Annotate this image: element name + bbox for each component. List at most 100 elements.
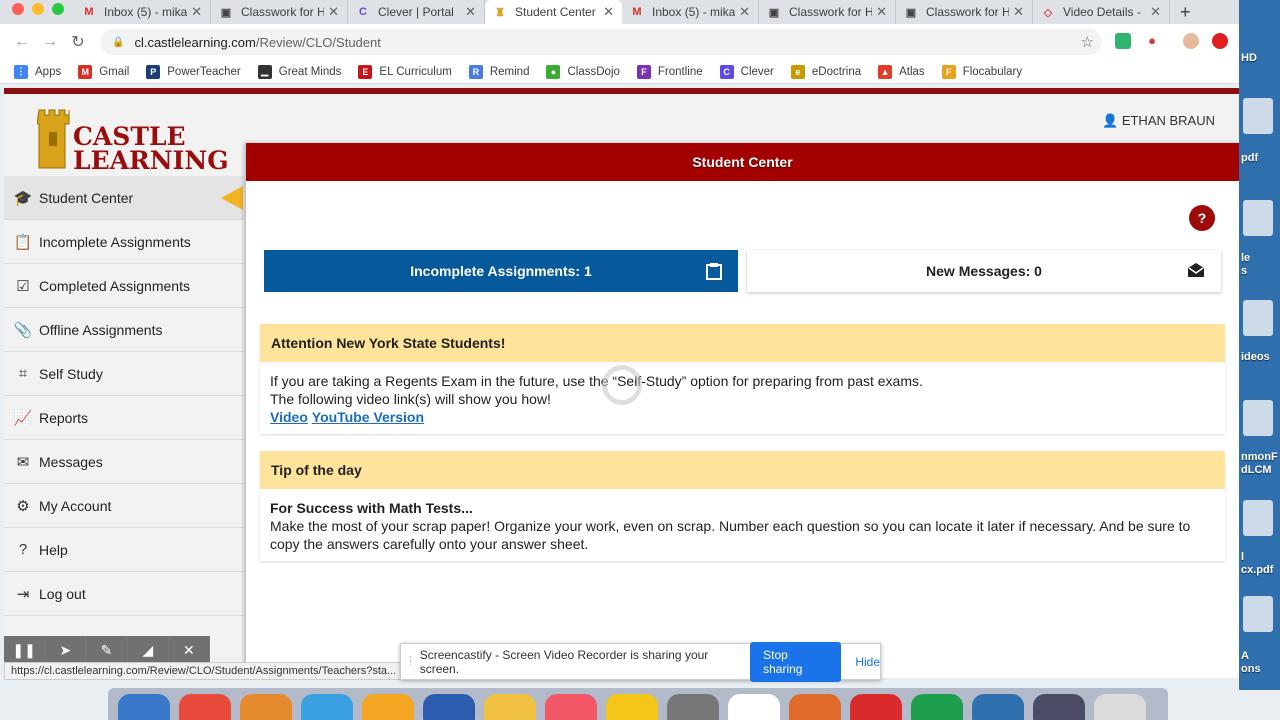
chrome-icon[interactable]: [179, 694, 231, 720]
close-icon[interactable]: ✕: [169, 636, 211, 664]
new-messages-card[interactable]: New Messages: 0: [747, 250, 1221, 292]
incomplete-assignments-card[interactable]: Incomplete Assignments: 1: [264, 250, 738, 292]
excel-icon[interactable]: [911, 694, 963, 720]
desktop-file-icon[interactable]: [1243, 500, 1273, 536]
system-preferences-icon[interactable]: [667, 694, 719, 720]
close-tab-icon[interactable]: ✕: [328, 4, 339, 20]
castle-learning-logo[interactable]: CASTLE LEARNING: [37, 108, 229, 175]
firefox-icon[interactable]: [240, 694, 292, 720]
sidebar-item-reports[interactable]: 📈 Reports: [4, 396, 244, 440]
sidebar-item-student-center[interactable]: 🎓 Student Center: [4, 176, 244, 220]
eraser-icon[interactable]: ◢: [128, 636, 169, 664]
pen-icon[interactable]: ✎: [86, 636, 128, 664]
screenshot-icon[interactable]: [1033, 694, 1085, 720]
close-tab-icon[interactable]: ✕: [191, 4, 202, 20]
bookmark-item[interactable]: C Clever: [719, 64, 774, 79]
pages-icon[interactable]: [484, 694, 536, 720]
extension-icon[interactable]: [1115, 33, 1131, 49]
bookmark-item[interactable]: ▁ Great Minds: [257, 64, 341, 79]
stop-sharing-button[interactable]: Stop sharing: [750, 641, 842, 682]
bookmark-item[interactable]: P PowerTeacher: [146, 64, 241, 79]
bookmark-item[interactable]: F Flocabulary: [941, 64, 1022, 79]
back-icon[interactable]: ←: [8, 33, 36, 51]
minimize-window-button[interactable]: [32, 3, 44, 15]
close-tab-icon[interactable]: ✕: [465, 4, 476, 20]
browser-tab[interactable]: ♜ Student Center ✕: [485, 0, 622, 24]
address-bar[interactable]: 🔒 cl.castlelearning.com/Review/CLO/Stude…: [100, 29, 1102, 55]
bookmark-item[interactable]: R Remind: [468, 64, 529, 79]
close-window-button[interactable]: [12, 3, 24, 15]
logo-text-learning: LEARNING: [73, 146, 229, 175]
sidebar-item-incomplete-assignments[interactable]: 📋 Incomplete Assignments: [4, 220, 244, 264]
trash-icon[interactable]: [1094, 694, 1146, 720]
pause-icon[interactable]: ❚❚: [4, 636, 46, 664]
quicktime-icon[interactable]: [972, 694, 1024, 720]
word-icon[interactable]: [423, 694, 475, 720]
safari-icon[interactable]: [301, 694, 353, 720]
user-menu[interactable]: 👤 ETHAN BRAUN: [1102, 113, 1215, 129]
sidebar-item-help[interactable]: ? Help: [4, 528, 244, 572]
finder-icon[interactable]: [118, 694, 170, 720]
desktop-file-icon[interactable]: [1243, 98, 1273, 134]
bookmark-item[interactable]: ⋮ Apps: [14, 64, 61, 79]
top-accent-bar: [4, 88, 1239, 94]
web-page: CASTLE LEARNING 👤 ETHAN BRAUN 🎓 Student C…: [4, 88, 1239, 678]
browser-tab[interactable]: M Inbox (5) - mika ✕: [74, 0, 211, 24]
screencastify-icon[interactable]: ●: [1144, 33, 1160, 49]
sidebar-item-self-study[interactable]: ⌗ Self Study: [4, 352, 244, 396]
cursor-icon[interactable]: ➤: [45, 636, 87, 664]
calendar-icon[interactable]: [728, 694, 780, 720]
desktop-file-icon[interactable]: [1243, 300, 1273, 336]
browser-tab[interactable]: C Clever | Portal ✕: [348, 0, 485, 24]
new-tab-button[interactable]: +: [1170, 2, 1201, 23]
sidebar-item-log-out[interactable]: ⇥ Log out: [4, 572, 244, 616]
ibooks-icon[interactable]: [606, 694, 658, 720]
sidebar-item-my-account[interactable]: ⚙ My Account: [4, 484, 244, 528]
close-tab-icon[interactable]: ✕: [1150, 4, 1161, 20]
desktop-file-icon[interactable]: [1243, 400, 1273, 436]
video-link[interactable]: Video: [270, 409, 308, 425]
bookmark-star-icon[interactable]: ☆: [1081, 33, 1094, 51]
browser-tab[interactable]: M Inbox (5) - mika ✕: [622, 0, 759, 24]
bookmark-label: PowerTeacher: [167, 65, 241, 78]
help-button[interactable]: ?: [1189, 205, 1215, 231]
close-tab-icon[interactable]: ✕: [1013, 4, 1024, 20]
browser-tab[interactable]: ▣ Classwork for H ✕: [896, 0, 1033, 24]
drag-handle-icon[interactable]: ⦙: [409, 654, 412, 669]
app-icon[interactable]: [850, 694, 902, 720]
desktop-file-icon[interactable]: [1243, 596, 1273, 632]
bookmark-item[interactable]: E EL Curriculum: [358, 64, 452, 79]
browser-tab[interactable]: ◇ Video Details - ✕: [1033, 0, 1170, 24]
desktop-file-icon[interactable]: [1243, 200, 1273, 236]
close-tab-icon[interactable]: ✕: [876, 4, 887, 20]
tab-title: Clever | Portal: [378, 5, 454, 19]
bookmark-item[interactable]: M Gmail: [78, 64, 129, 79]
remind-icon: R: [468, 64, 483, 79]
photos-icon[interactable]: [362, 694, 414, 720]
bookmark-item[interactable]: ▲ Atlas: [878, 64, 925, 79]
bookmark-item[interactable]: F Frontline: [636, 64, 703, 79]
forward-icon[interactable]: →: [36, 33, 64, 51]
hide-button[interactable]: Hide: [855, 655, 880, 669]
clipboard-icon: 📋: [13, 233, 33, 251]
avatar[interactable]: [1183, 33, 1199, 49]
close-tab-icon[interactable]: ✕: [739, 4, 750, 20]
music-icon[interactable]: [545, 694, 597, 720]
browser-tab[interactable]: ▣ Classwork for H ✕: [211, 0, 348, 24]
office-icon[interactable]: [789, 694, 841, 720]
bookmark-item[interactable]: e eDoctrina: [790, 64, 861, 79]
sidebar-item-messages[interactable]: ✉ Messages: [4, 440, 244, 484]
logout-icon: ⇥: [16, 585, 30, 603]
update-icon[interactable]: [1212, 33, 1228, 49]
reload-icon[interactable]: ↻: [64, 32, 92, 52]
desktop-label: HD: [1241, 52, 1257, 64]
close-tab-icon[interactable]: ✕: [603, 4, 614, 20]
sidebar-item-completed-assignments[interactable]: ☑ Completed Assignments: [4, 264, 244, 308]
browser-tab[interactable]: ▣ Classwork for H ✕: [759, 0, 896, 24]
maximize-window-button[interactable]: [52, 3, 64, 15]
tab-title: Classwork for H: [789, 5, 873, 19]
sidebar-item-offline-assignments[interactable]: 📎 Offline Assignments: [4, 308, 244, 352]
youtube-version-link[interactable]: YouTube Version: [312, 409, 424, 425]
desktop-label: pdf: [1241, 152, 1259, 164]
bookmark-item[interactable]: ● ClassDojo: [546, 64, 620, 79]
